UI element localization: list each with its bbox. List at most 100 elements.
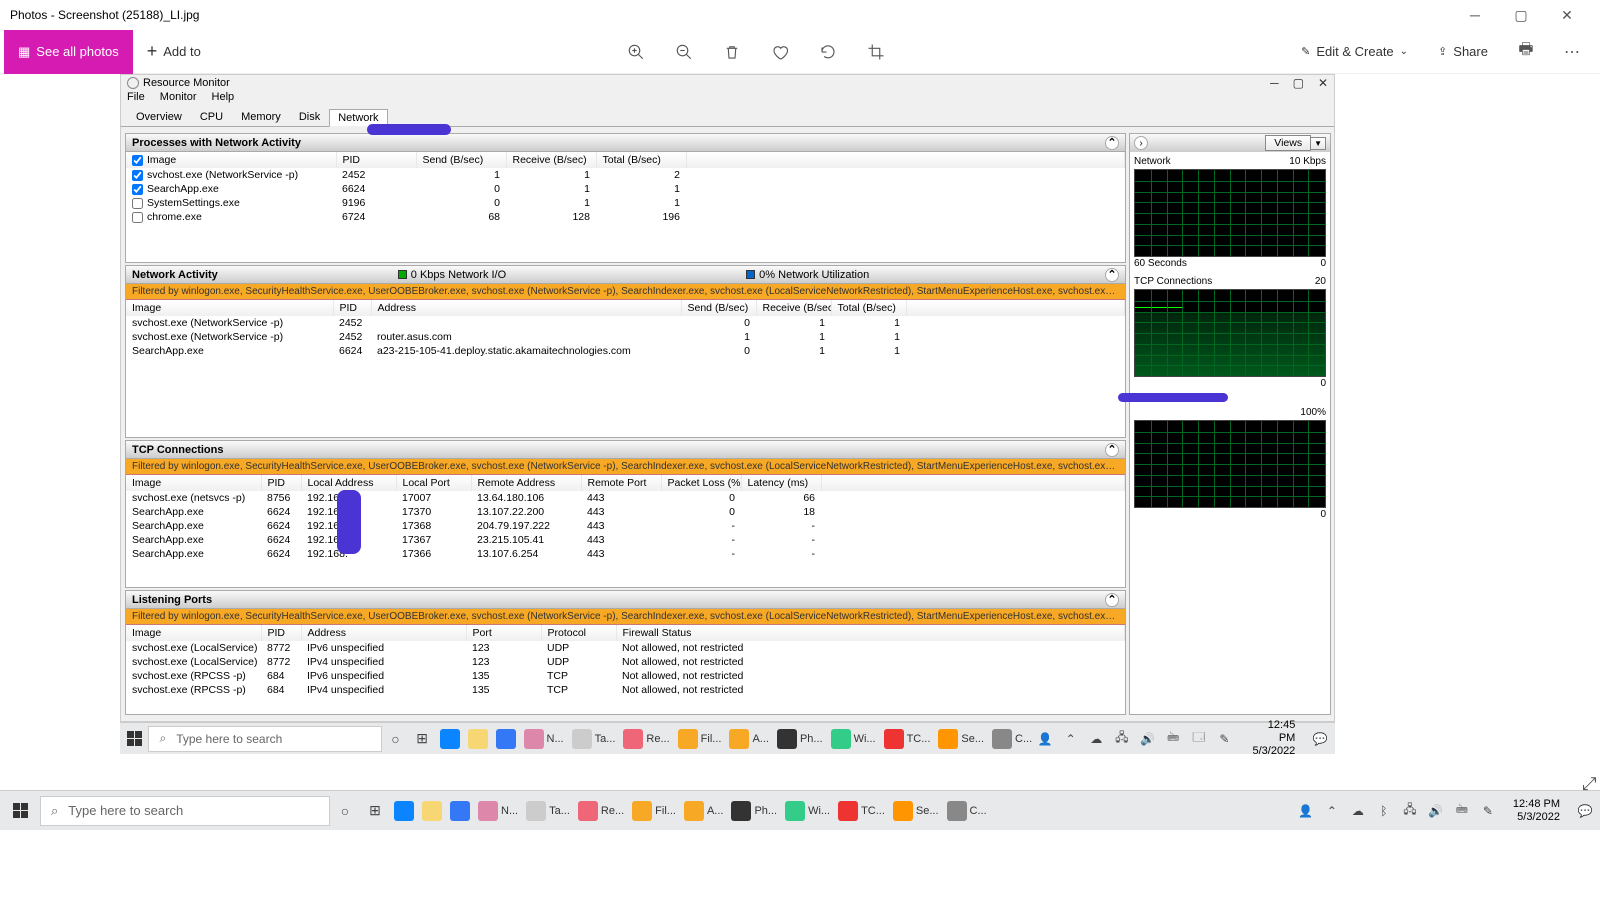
taskview-icon[interactable]: ⊞	[409, 724, 436, 754]
resmon-minimize[interactable]: ─	[1270, 76, 1279, 90]
delete-icon[interactable]	[720, 40, 744, 64]
side-collapse-icon[interactable]: ›	[1134, 136, 1148, 150]
resize-handle-icon[interactable]: ⤡	[1578, 776, 1599, 790]
network-icon[interactable]: 🖧	[1113, 730, 1131, 748]
edit-create-button[interactable]: ✎ Edit & Create ⌄	[1297, 37, 1412, 67]
taskbar-item[interactable]: Ph...	[727, 796, 781, 826]
see-all-photos-button[interactable]: ▦ See all photos	[4, 30, 133, 74]
mail-icon[interactable]	[492, 724, 520, 754]
taskbar-item[interactable]: TC...	[880, 724, 935, 754]
taskview-icon[interactable]: ⊞	[360, 796, 390, 826]
panel-processes-header[interactable]: Processes with Network Activity ⌃	[126, 134, 1125, 152]
pen-icon[interactable]: ✎	[1216, 730, 1234, 748]
taskbar-item[interactable]: C...	[943, 796, 991, 826]
table-row[interactable]: svchost.exe (LocalService)8772IPv4 unspe…	[126, 655, 1125, 669]
edge-icon[interactable]	[436, 724, 464, 754]
taskbar-item[interactable]: Se...	[934, 724, 988, 754]
taskbar-item[interactable]: N...	[474, 796, 522, 826]
more-icon[interactable]: ⋯	[1560, 40, 1584, 64]
menu-file[interactable]: File	[127, 91, 145, 103]
volume-icon[interactable]: 🔊	[1427, 802, 1445, 820]
table-row[interactable]: svchost.exe (RPCSS -p)684IPv4 unspecifie…	[126, 683, 1125, 697]
close-button[interactable]: ✕	[1544, 0, 1590, 30]
process-checkbox[interactable]	[132, 198, 143, 209]
people-icon[interactable]: 👤	[1036, 730, 1054, 748]
taskbar-item[interactable]: A...	[725, 724, 773, 754]
panel-tcp-header[interactable]: TCP Connections ⌃	[126, 441, 1125, 459]
panel-na-header[interactable]: Network Activity 0 Kbps Network I/O 0% N…	[126, 266, 1125, 284]
table-row[interactable]: SearchApp.exe6624a23-215-105-41.deploy.s…	[126, 344, 1125, 358]
cortana-icon[interactable]: ○	[330, 796, 360, 826]
table-row[interactable]: SearchApp.exe6624192.168.1736613.107.6.2…	[126, 547, 1125, 561]
table-row[interactable]: SearchApp.exe6624192.168.1737013.107.22.…	[126, 505, 1125, 519]
tab-memory[interactable]: Memory	[232, 108, 290, 126]
cortana-icon[interactable]: ○	[382, 724, 409, 754]
tab-disk[interactable]: Disk	[290, 108, 329, 126]
views-dropdown-icon[interactable]: ▼	[1311, 137, 1326, 150]
notifications-icon[interactable]: 💬	[1576, 802, 1594, 820]
table-row[interactable]: svchost.exe (RPCSS -p)684IPv6 unspecifie…	[126, 669, 1125, 683]
table-row[interactable]: SearchApp.exe6624011	[126, 182, 1125, 196]
minimize-button[interactable]: ─	[1452, 0, 1498, 30]
inner-start-button[interactable]	[120, 723, 148, 755]
resmon-close[interactable]: ✕	[1318, 76, 1328, 90]
tray-chevron-icon[interactable]: ⌃	[1323, 802, 1341, 820]
explorer-icon[interactable]	[464, 724, 492, 754]
taskbar-item[interactable]: Ta...	[522, 796, 574, 826]
process-checkbox[interactable]	[132, 212, 143, 223]
taskbar-item[interactable]: Wi...	[827, 724, 880, 754]
maximize-button[interactable]: ▢	[1498, 0, 1544, 30]
tab-overview[interactable]: Overview	[127, 108, 191, 126]
table-row[interactable]: SystemSettings.exe9196011	[126, 196, 1125, 210]
taskbar-item[interactable]: Wi...	[781, 796, 834, 826]
table-row[interactable]: svchost.exe (NetworkService -p)2452011	[126, 316, 1125, 330]
collapse-icon[interactable]: ⌃	[1105, 443, 1119, 457]
collapse-icon[interactable]: ⌃	[1105, 136, 1119, 150]
process-checkbox[interactable]	[132, 170, 143, 181]
onedrive-icon[interactable]: ☁	[1087, 730, 1105, 748]
add-to-button[interactable]: + Add to	[133, 41, 215, 62]
battery-icon[interactable]: 🗔	[1190, 730, 1208, 748]
people-icon[interactable]: 👤	[1297, 802, 1315, 820]
collapse-icon[interactable]: ⌃	[1105, 593, 1119, 607]
taskbar-item[interactable]: TC...	[834, 796, 889, 826]
zoom-out-icon[interactable]	[672, 40, 696, 64]
start-button[interactable]	[0, 791, 40, 831]
taskbar-item[interactable]: C...	[988, 724, 1036, 754]
bluetooth-icon[interactable]: ᛒ	[1375, 802, 1393, 820]
inner-clock[interactable]: 12:45 PM5/3/2022	[1241, 719, 1303, 758]
resmon-maximize[interactable]: ▢	[1293, 76, 1304, 90]
taskbar-item[interactable]: Ta...	[568, 724, 620, 754]
panel-lp-header[interactable]: Listening Ports ⌃	[126, 591, 1125, 609]
language-icon[interactable]: 🖮	[1453, 802, 1471, 820]
views-button[interactable]: Views	[1265, 135, 1311, 151]
inner-search-box[interactable]: ⌕ Type here to search	[148, 726, 382, 752]
table-row[interactable]: SearchApp.exe6624192.168.1736723.215.105…	[126, 533, 1125, 547]
table-row[interactable]: SearchApp.exe6624192.168.17368204.79.197…	[126, 519, 1125, 533]
crop-icon[interactable]	[864, 40, 888, 64]
menu-monitor[interactable]: Monitor	[160, 91, 197, 103]
notifications-icon[interactable]: 💬	[1311, 730, 1329, 748]
table-row[interactable]: svchost.exe (NetworkService -p)2452route…	[126, 330, 1125, 344]
onedrive-icon[interactable]: ☁	[1349, 802, 1367, 820]
taskbar-item[interactable]: Fil...	[628, 796, 680, 826]
taskbar-item[interactable]: Se...	[889, 796, 943, 826]
share-button[interactable]: ⇪ Share	[1434, 37, 1492, 67]
search-box[interactable]: ⌕ Type here to search	[40, 796, 330, 826]
taskbar-item[interactable]: Re...	[619, 724, 673, 754]
explorer-icon[interactable]	[418, 796, 446, 826]
favorite-icon[interactable]	[768, 40, 792, 64]
select-all-checkbox[interactable]	[132, 155, 143, 166]
table-row[interactable]: svchost.exe (NetworkService -p)2452112	[126, 168, 1125, 182]
language-icon[interactable]: 🖮	[1164, 730, 1182, 748]
print-icon[interactable]: 🖶	[1514, 40, 1538, 64]
table-row[interactable]: svchost.exe (LocalService)8772IPv6 unspe…	[126, 641, 1125, 655]
clock[interactable]: 12:48 PM5/3/2022	[1505, 798, 1568, 824]
table-row[interactable]: chrome.exe672468128196	[126, 210, 1125, 224]
taskbar-item[interactable]: Fil...	[674, 724, 726, 754]
taskbar-item[interactable]: A...	[680, 796, 728, 826]
taskbar-item[interactable]: Ph...	[773, 724, 827, 754]
table-row[interactable]: svchost.exe (netsvcs -p)8756192.168.1700…	[126, 491, 1125, 505]
pen-icon[interactable]: ✎	[1479, 802, 1497, 820]
menu-help[interactable]: Help	[212, 91, 235, 103]
